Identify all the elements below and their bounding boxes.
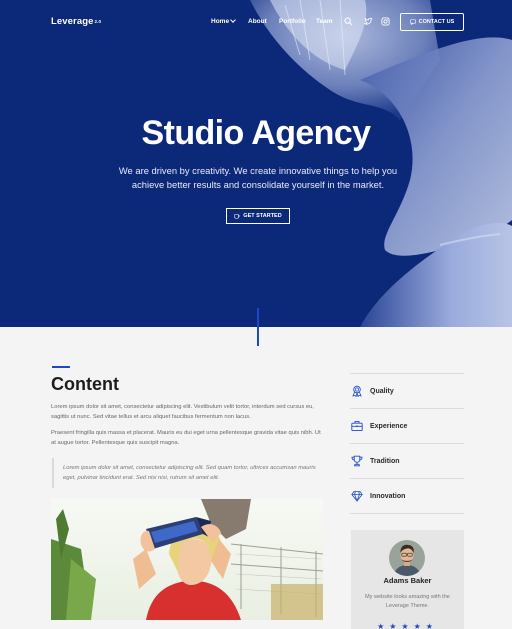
nav-item-home[interactable]: Home xyxy=(211,16,236,25)
avatar xyxy=(389,540,425,576)
feature-quality[interactable]: Quality xyxy=(350,374,464,409)
get-started-button[interactable]: GET STARTED xyxy=(226,208,290,224)
feature-quality-label: Quality xyxy=(370,387,394,395)
testimonial-name: Adams Baker xyxy=(383,576,432,585)
chat-icon xyxy=(409,19,416,25)
brand-name: Leverage xyxy=(51,16,94,27)
features-list: Quality Experience Tradition Innovation xyxy=(350,373,464,514)
nav-item-portfolio[interactable]: Portfolio xyxy=(279,18,306,25)
vr-headset-photo xyxy=(51,499,323,620)
hero-section: Leverage2.0 Home About Portfolio Team CO… xyxy=(0,0,512,327)
instagram-icon[interactable] xyxy=(381,17,390,26)
hero-title: Studio Agency xyxy=(141,114,372,152)
get-started-label: GET STARTED xyxy=(243,213,282,219)
brand-logo[interactable]: Leverage2.0 xyxy=(51,16,101,27)
content-quote: Lorem ipsum dolor sit amet, consectetur … xyxy=(52,458,322,488)
feature-innovation-label: Innovation xyxy=(370,492,406,500)
brand-version: 2.0 xyxy=(94,18,102,24)
feature-tradition-label: Tradition xyxy=(370,457,400,465)
twitter-icon[interactable] xyxy=(364,17,373,26)
cup-icon xyxy=(234,214,240,219)
testimonial-text: My website looks amazing with the Levera… xyxy=(365,594,450,609)
content-title: Content xyxy=(51,374,119,394)
feature-experience-label: Experience xyxy=(370,422,408,430)
feature-experience[interactable]: Experience xyxy=(350,409,464,444)
nav-item-team[interactable]: Team xyxy=(316,18,333,25)
feature-innovation[interactable]: Innovation xyxy=(350,479,464,514)
diamond-icon xyxy=(351,491,363,502)
top-nav: Leverage2.0 Home About Portfolio Team CO… xyxy=(0,0,512,44)
nav-item-about[interactable]: About xyxy=(248,18,267,25)
hero-subtitle: We are driven by creativity. We create i… xyxy=(118,165,398,190)
testimonial-card: Adams Baker My website looks amazing wit… xyxy=(351,530,464,629)
section-divider-line xyxy=(257,308,259,346)
trophy-icon xyxy=(351,455,363,467)
content-paragraph-2: Praesent fringilla quis massa et placera… xyxy=(51,430,321,446)
rating-stars: ★★★★★ xyxy=(377,622,438,629)
chevron-down-icon xyxy=(230,16,236,23)
briefcase-icon xyxy=(351,421,363,432)
contact-us-label: CONTACT US xyxy=(418,19,455,25)
nav-item-home-label: Home xyxy=(211,18,230,25)
contact-us-button[interactable]: CONTACT US xyxy=(400,13,464,31)
search-icon[interactable] xyxy=(344,17,353,26)
content-paragraph-1: Lorem ipsum dolor sit amet, consectetur … xyxy=(51,404,314,420)
award-icon xyxy=(352,385,362,397)
title-accent-bar xyxy=(52,366,70,368)
feature-tradition[interactable]: Tradition xyxy=(350,444,464,479)
